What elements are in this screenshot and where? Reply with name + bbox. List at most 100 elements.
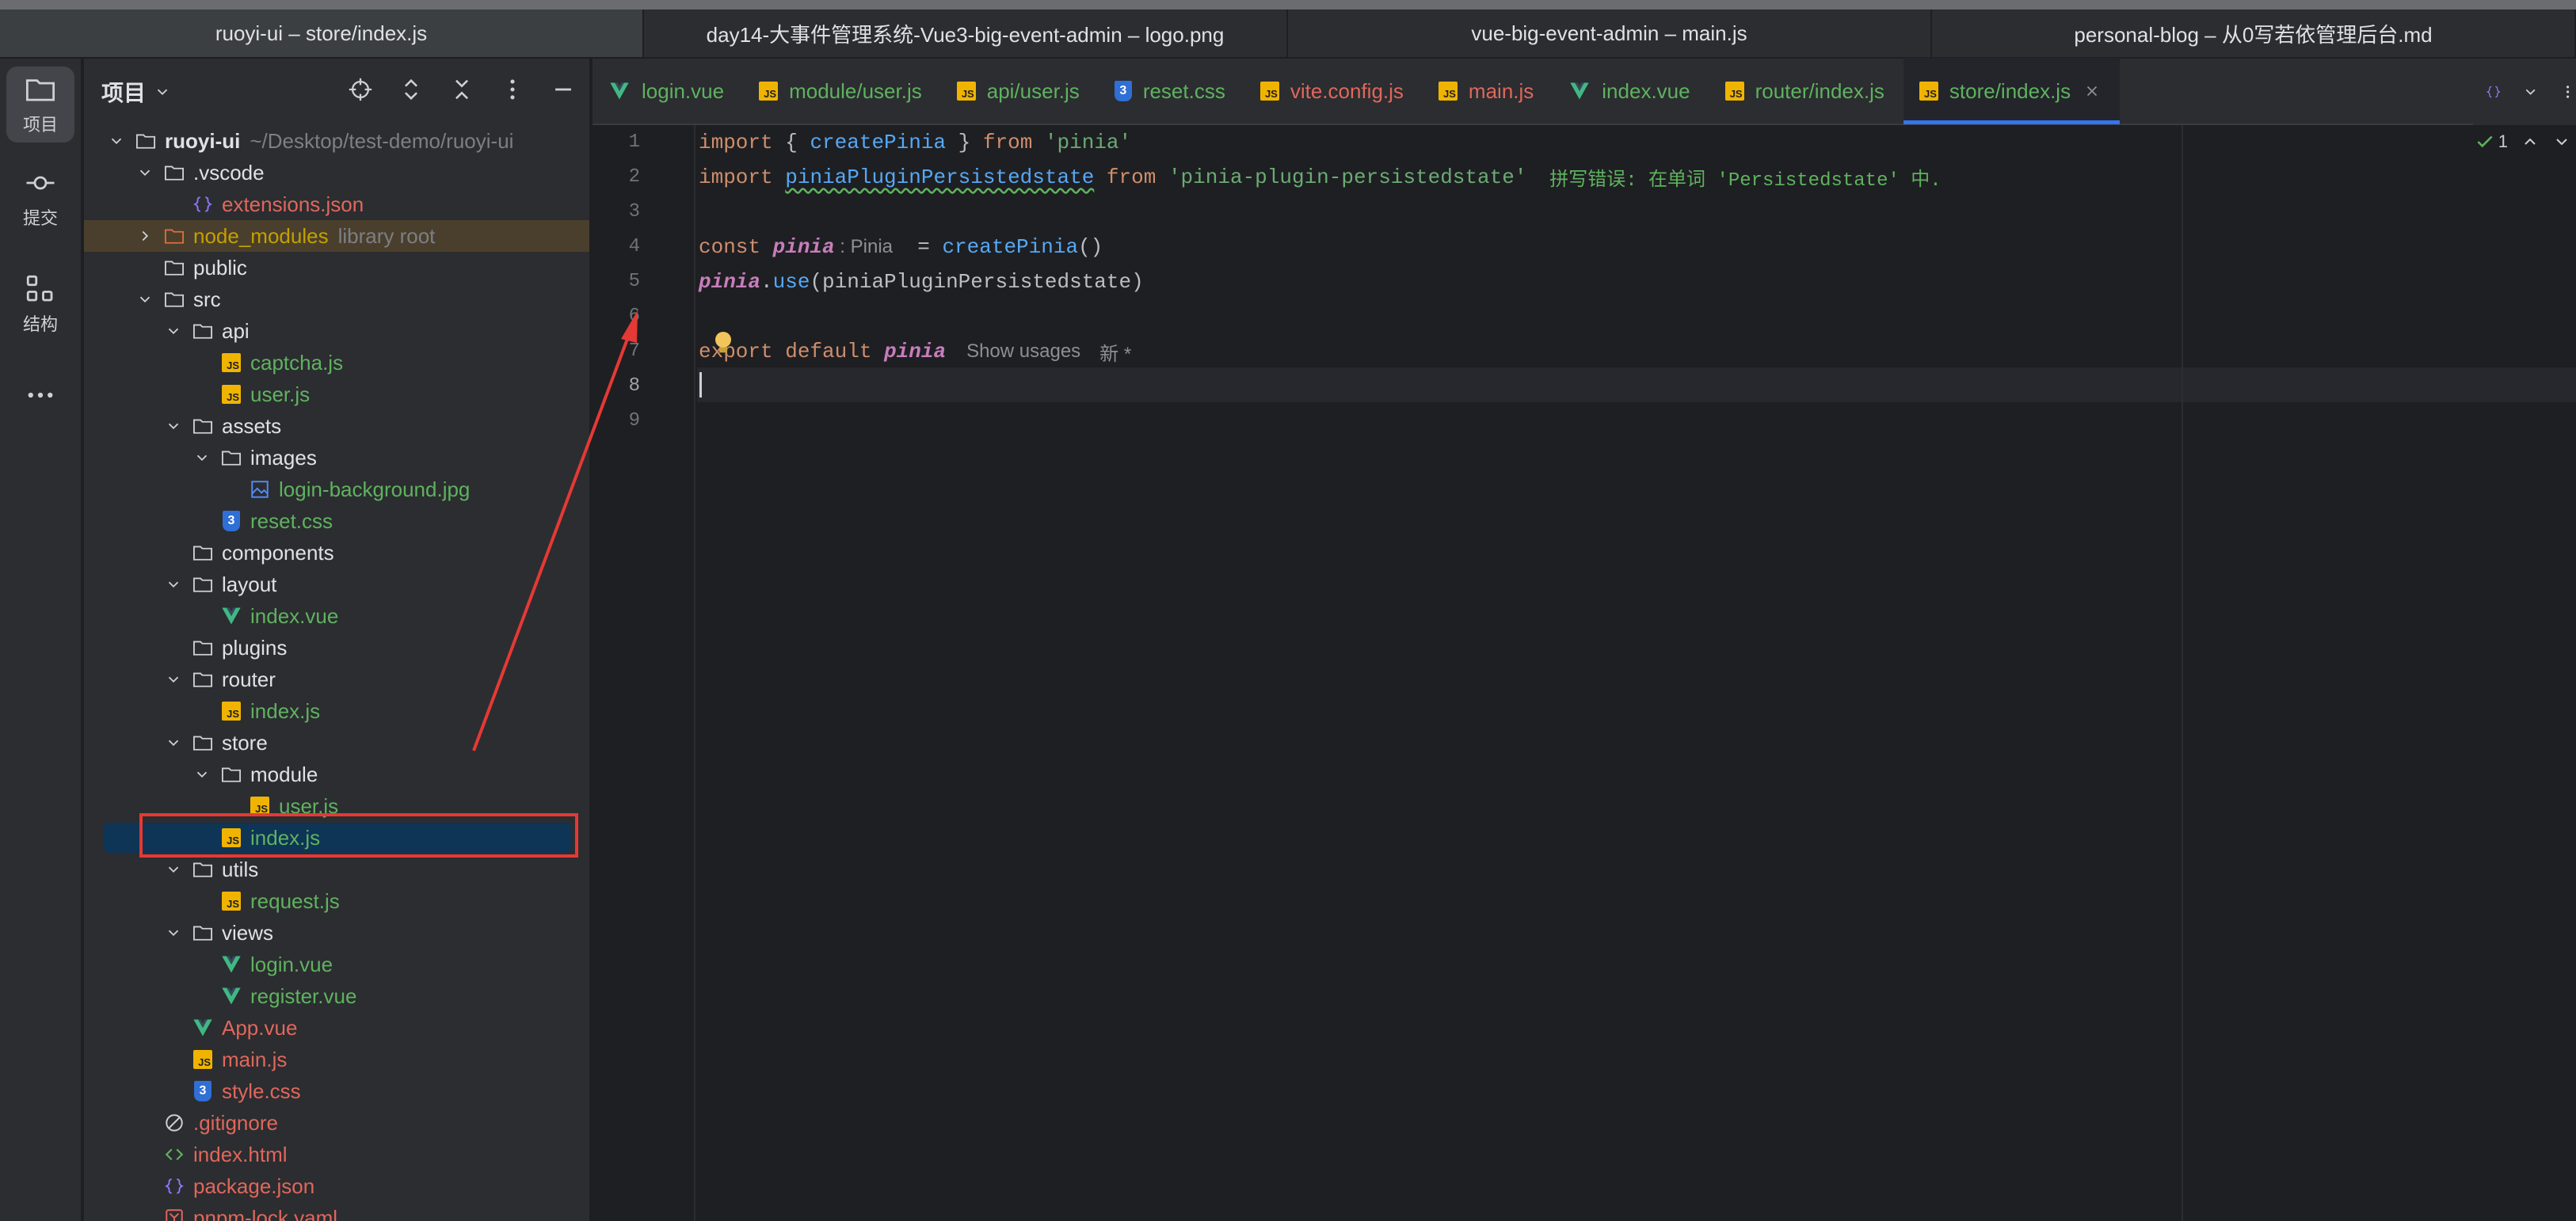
json-file-icon [192, 193, 214, 215]
more-tabs-icon[interactable] [2559, 81, 2576, 103]
folder-icon [163, 257, 185, 279]
tree-folder-row[interactable]: public [84, 252, 589, 283]
tree-file-row[interactable]: index.vue [84, 600, 589, 632]
folder-icon [192, 732, 214, 754]
editor-tab-bar: login.vue JS module/user.js JS api/user.js 3 r… [593, 58, 2576, 125]
chevron-down-icon[interactable] [165, 322, 182, 340]
tree-folder-row[interactable]: layout [84, 569, 589, 600]
project-tool-button[interactable]: 项目 [6, 67, 74, 143]
tree-file-row[interactable]: login.vue [84, 949, 589, 980]
tree-folder-row[interactable]: components [84, 537, 589, 569]
chevron-right-icon[interactable] [136, 227, 154, 245]
window-tab-personal-blog[interactable]: personal-blog – 从0写若依管理后台.md [1932, 10, 2576, 57]
editor-tab[interactable]: JS router/index.js [1709, 58, 1903, 124]
commit-icon [26, 176, 55, 190]
tree-file-row[interactable]: 3 reset.css [84, 505, 589, 537]
chevron-down-icon[interactable] [165, 861, 182, 878]
chevron-down-icon[interactable] [165, 924, 182, 941]
window-tab-vue-big-event-admin[interactable]: vue-big-event-admin – main.js [1288, 10, 1932, 57]
tree-file-row[interactable]: JS request.js [84, 885, 589, 917]
tree-folder-row[interactable]: views [84, 917, 589, 949]
tree-file-row[interactable]: JS captcha.js [84, 347, 589, 378]
tree-file-row[interactable]: index.html [84, 1139, 589, 1170]
chevron-down-icon[interactable] [165, 671, 182, 688]
tab-list-chevron-icon[interactable] [2522, 81, 2539, 103]
tree-folder-row[interactable]: .vscode [84, 157, 589, 188]
chevron-down-icon[interactable] [136, 291, 154, 308]
editor-tab[interactable]: JS api/user.js [941, 58, 1099, 124]
chevron-down-icon[interactable] [165, 417, 182, 435]
tree-file-row[interactable]: JS user.js [84, 378, 589, 410]
tree-file-row[interactable]: 3 style.css [84, 1075, 589, 1107]
code-editor[interactable]: import { createPinia } from 'pinia' impo… [697, 125, 2576, 1221]
lightbulb-icon[interactable] [711, 329, 735, 358]
line-number: 2 [628, 166, 640, 188]
previous-highlight-icon[interactable] [2521, 132, 2540, 151]
expand-all-icon[interactable] [398, 76, 425, 103]
tree-file-row[interactable]: JS index.js [84, 695, 589, 727]
tree-folder-row[interactable]: images [84, 442, 589, 474]
editor-tab[interactable]: JS module/user.js [743, 58, 941, 124]
chevron-down-icon[interactable] [193, 766, 211, 783]
annotation-highlight-box [139, 813, 578, 858]
tree-folder-row[interactable]: router [84, 664, 589, 695]
folder-icon [192, 637, 214, 659]
window-tab-big-event-admin-logo[interactable]: day14-大事件管理系统-Vue3-big-event-admin – log… [644, 10, 1288, 57]
tree-folder-row[interactable]: ruoyi-ui ~/Desktop/test-demo/ruoyi-ui [84, 125, 589, 157]
chevron-down-icon[interactable] [165, 576, 182, 593]
tree-folder-row[interactable]: assets [84, 410, 589, 442]
variable-pinia: pinia [772, 235, 835, 259]
hide-icon[interactable] [550, 76, 577, 103]
inspection-widget[interactable]: 1 [2475, 131, 2571, 152]
editor-tab[interactable]: JS main.js [1423, 58, 1553, 124]
window-tab-ruoyi-ui[interactable]: ruoyi-ui – store/index.js [0, 10, 644, 57]
tree-file-row[interactable]: pnpm-lock.yaml [84, 1202, 589, 1221]
close-icon[interactable] [2083, 82, 2101, 100]
js-file-icon: JS [1919, 82, 1938, 101]
editor-tabs: login.vue JS module/user.js JS api/user.js 3 r… [593, 58, 2121, 124]
tree-file-row[interactable]: package.json [84, 1170, 589, 1202]
options-icon[interactable] [499, 76, 526, 103]
more-tool-button[interactable] [6, 367, 74, 423]
chevron-down-icon[interactable] [154, 83, 171, 101]
tree-item-text: node_modules library root [193, 224, 435, 249]
editor-tab[interactable]: 3 reset.css [1099, 58, 1244, 124]
project-panel-title[interactable]: 项目 [101, 76, 146, 108]
tree-folder-row[interactable]: module [84, 759, 589, 790]
chevron-down-icon[interactable] [193, 449, 211, 466]
editor-tab-label: store/index.js [1949, 78, 2071, 103]
chevron-down-icon[interactable] [108, 132, 125, 150]
more-icon [28, 392, 53, 398]
chevron-down-icon[interactable] [136, 164, 154, 181]
tree-folder-row[interactable]: node_modules library root [84, 220, 589, 252]
editor-tab[interactable]: JS vite.config.js [1244, 58, 1423, 124]
json-file-icon[interactable] [2486, 82, 2502, 102]
typo-inspection-message[interactable]: 拼写错误: 在单词 'Persistedstate' 中. [1526, 163, 1941, 192]
tree-file-row[interactable]: .gitignore [84, 1107, 589, 1139]
editor-tab[interactable]: index.vue [1553, 58, 1709, 124]
next-highlight-icon[interactable] [2552, 132, 2571, 151]
tree-folder-row[interactable]: plugins [84, 632, 589, 664]
tree-file-row[interactable]: register.vue [84, 980, 589, 1012]
show-usages-hint[interactable]: Show usages [966, 340, 1080, 363]
tree-folder-row[interactable]: store [84, 727, 589, 759]
tree-file-row[interactable]: extensions.json [84, 188, 589, 220]
chevron-down-icon[interactable] [165, 734, 182, 751]
tree-folder-row[interactable]: src [84, 283, 589, 315]
tree-folder-row[interactable]: api [84, 315, 589, 347]
tree-folder-row[interactable]: utils [84, 854, 589, 885]
collapse-all-icon[interactable] [448, 76, 475, 103]
line-number: 6 [628, 306, 640, 327]
image-file-icon [249, 478, 271, 500]
editor-tab[interactable]: JS store/index.js [1903, 58, 2121, 124]
editor-tab[interactable]: login.vue [593, 58, 743, 124]
structure-tool-button[interactable]: 结构 [6, 266, 74, 342]
commit-tool-button[interactable]: 提交 [6, 160, 74, 236]
tree-file-row[interactable]: App.vue [84, 1012, 589, 1044]
editor-tab-label: module/user.js [789, 78, 922, 103]
tree-file-row[interactable]: JS main.js [84, 1044, 589, 1075]
locate-icon[interactable] [347, 76, 374, 103]
tree-file-row[interactable]: login-background.jpg [84, 474, 589, 505]
